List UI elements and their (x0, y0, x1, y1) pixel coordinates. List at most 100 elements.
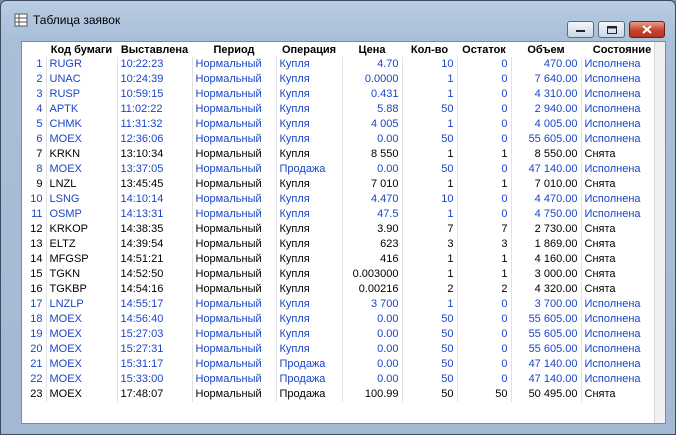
cell-code: CHMK (45, 117, 117, 132)
cell-volume: 4 320.00 (510, 282, 581, 297)
cell-placed-time: 17:48:07 (116, 387, 192, 402)
cell-price: 0.00216 (341, 282, 402, 297)
table-row[interactable]: 16 TGKBP 14:54:16 Нормальный Купля 0.00216 2 2 4… (22, 282, 663, 297)
table-row[interactable]: 7 KRKN 13:10:34 Нормальный Купля 8 550 1 1 8 550… (22, 147, 663, 162)
cell-quantity: 10 (401, 192, 457, 207)
cell-volume: 2 940.00 (510, 102, 581, 117)
table-row[interactable]: 2 UNAC 10:24:39 Нормальный Купля 0.0000 1 0 7 64… (22, 72, 663, 87)
cell-code: OSMP (45, 207, 117, 222)
column-header-volume[interactable]: Объем (511, 42, 581, 57)
cell-volume: 7 640.00 (510, 72, 581, 87)
table-row[interactable]: 11 OSMP 14:13:31 Нормальный Купля 47.5 1 0 4 750… (22, 207, 663, 222)
cell-state: Исполнена (580, 87, 663, 102)
row-number: 13 (30, 238, 43, 250)
table-row[interactable]: 13 ELTZ 14:39:54 Нормальный Купля 623 3 3 1 869.… (22, 237, 663, 252)
column-header-number[interactable] (22, 42, 46, 57)
cell-volume: 3 000.00 (510, 267, 581, 282)
cell-operation: Купля (275, 177, 342, 192)
cell-volume: 55 605.00 (510, 132, 581, 147)
cell-state: Исполнена (580, 327, 663, 342)
cell-code: KRKOP (45, 222, 117, 237)
cell-remaining: 2 (456, 282, 511, 297)
cell-remaining: 0 (456, 102, 511, 117)
cell-period: Нормальный (191, 87, 276, 102)
table-row[interactable]: 23 MOEX 17:48:07 Нормальный Продажа 100.99 50 5… (22, 387, 663, 402)
cell-placed-time: 13:37:05 (116, 162, 192, 177)
cell-code: KRKN (45, 147, 117, 162)
column-header-state[interactable]: Состояние (581, 42, 663, 57)
table-row[interactable]: 4 APTK 11:02:22 Нормальный Купля 5.88 50 0 2 940… (22, 102, 663, 117)
column-header-code[interactable]: Код бумаги (46, 42, 117, 57)
table-row[interactable]: 12 KRKOP 14:38:35 Нормальный Купля 3.90 7 7 2 73… (22, 222, 663, 237)
table-row[interactable]: 17 LNZLP 14:55:17 Нормальный Купля 3 700 1 0 3 7… (22, 297, 663, 312)
row-number: 10 (30, 193, 43, 205)
table-row[interactable]: 8 MOEX 13:37:05 Нормальный Продажа 0.00 50 0 47 … (22, 162, 663, 177)
table-row[interactable]: 22 MOEX 15:33:00 Нормальный Продажа 0.00 50 0 47… (22, 372, 663, 387)
cell-operation: Купля (275, 57, 342, 72)
row-number: 7 (36, 148, 43, 160)
column-header-period[interactable]: Период (192, 42, 276, 57)
cell-state: Исполнена (580, 162, 663, 177)
row-number: 1 (36, 58, 43, 70)
maximize-button[interactable] (598, 21, 625, 38)
column-header-quantity[interactable]: Кол-во (402, 42, 457, 57)
close-button[interactable] (629, 21, 665, 38)
cell-period: Нормальный (191, 72, 276, 87)
table-row[interactable]: 3 RUSP 10:59:15 Нормальный Купля 0.431 1 0 4 310… (22, 87, 663, 102)
table-row[interactable]: 10 LSNG 14:10:14 Нормальный Купля 4.470 10 0 4 4… (22, 192, 663, 207)
cell-quantity: 1 (401, 177, 457, 192)
row-number: 18 (30, 313, 43, 325)
column-header-operation[interactable]: Операция (276, 42, 342, 57)
cell-period: Нормальный (191, 162, 276, 177)
table-row[interactable]: 6 MOEX 12:36:06 Нормальный Купля 0.00 50 0 55 60… (22, 132, 663, 147)
cell-placed-time: 14:13:31 (116, 207, 192, 222)
table-row[interactable]: 20 MOEX 15:27:31 Нормальный Купля 0.00 50 0 55 6… (22, 342, 663, 357)
cell-remaining: 0 (456, 162, 511, 177)
table-body: 1 RUGR 10:22:23 Нормальный Купля 4.70 10 0 470.0… (22, 57, 663, 402)
cell-period: Нормальный (191, 147, 276, 162)
cell-volume: 4 470.00 (510, 192, 581, 207)
cell-volume: 47 140.00 (510, 372, 581, 387)
cell-state: Исполнена (580, 72, 663, 87)
cell-placed-time: 14:38:35 (116, 222, 192, 237)
cell-volume: 55 605.00 (510, 327, 581, 342)
cell-placed-time: 10:22:23 (116, 57, 192, 72)
column-header-price[interactable]: Цена (342, 42, 402, 57)
minimize-button[interactable] (567, 21, 594, 38)
cell-operation: Купля (275, 312, 342, 327)
cell-state: Исполнена (580, 57, 663, 72)
cell-quantity: 50 (401, 357, 457, 372)
cell-state: Исполнена (580, 132, 663, 147)
vertical-scrollbar[interactable] (654, 42, 665, 423)
cell-period: Нормальный (191, 282, 276, 297)
row-number: 2 (36, 73, 43, 85)
table-row[interactable]: 14 MFGSP 14:51:21 Нормальный Купля 416 1 1 4 160… (22, 252, 663, 267)
table-row[interactable]: 9 LNZL 13:45:45 Нормальный Купля 7 010 1 1 7 010… (22, 177, 663, 192)
table-row[interactable]: 19 MOEX 15:27:03 Нормальный Купля 0.00 50 0 55 6… (22, 327, 663, 342)
cell-remaining: 0 (456, 87, 511, 102)
cell-volume: 4 160.00 (510, 252, 581, 267)
cell-placed-time: 14:51:21 (116, 252, 192, 267)
cell-placed-time: 15:33:00 (116, 372, 192, 387)
cell-quantity: 1 (401, 72, 457, 87)
row-number: 12 (30, 223, 43, 235)
column-header-remaining[interactable]: Остаток (457, 42, 511, 57)
cell-state: Исполнена (580, 102, 663, 117)
table-row[interactable]: 5 CHMK 11:31:32 Нормальный Купля 4 005 1 0 4 005… (22, 117, 663, 132)
cell-remaining: 0 (456, 312, 511, 327)
cell-remaining: 0 (456, 327, 511, 342)
table-row[interactable]: 21 MOEX 15:31:17 Нормальный Продажа 0.00 50 0 47… (22, 357, 663, 372)
column-header-placed[interactable]: Выставлена (117, 42, 192, 57)
cell-price: 623 (341, 237, 402, 252)
table-row[interactable]: 1 RUGR 10:22:23 Нормальный Купля 4.70 10 0 470.0… (22, 57, 663, 72)
table-row[interactable]: 15 TGKN 14:52:50 Нормальный Купля 0.003000 1 1 3… (22, 267, 663, 282)
orders-table-panel: Код бумаги Выставлена Период Операция Це… (21, 41, 666, 424)
cell-quantity: 50 (401, 132, 457, 147)
cell-price: 100.99 (341, 387, 402, 402)
cell-period: Нормальный (191, 252, 276, 267)
cell-state: Исполнена (580, 117, 663, 132)
table-row[interactable]: 18 MOEX 14:56:40 Нормальный Купля 0.00 50 0 55 6… (22, 312, 663, 327)
row-number: 4 (36, 103, 43, 115)
title-bar[interactable]: Таблица заявок (1, 1, 675, 39)
cell-code: RUSP (45, 87, 117, 102)
